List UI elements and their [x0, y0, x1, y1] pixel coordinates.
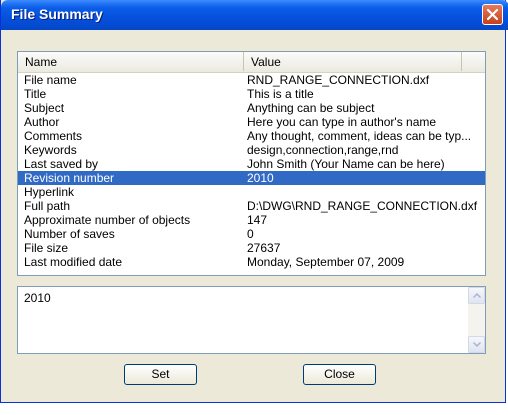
property-name: Keywords — [24, 143, 77, 157]
property-value: This is a title — [247, 87, 314, 101]
property-value: RND_RANGE_CONNECTION.dxf — [247, 73, 430, 87]
list-item[interactable]: Author Here you can type in author's name — [18, 115, 485, 129]
list-item[interactable]: File name RND_RANGE_CONNECTION.dxf — [18, 73, 485, 87]
property-name: Revision number — [24, 171, 115, 185]
list-item[interactable]: Comments Any thought, comment, ideas can … — [18, 129, 485, 143]
property-value: Here you can type in author's name — [247, 115, 437, 129]
list-item[interactable]: Hyperlink — [18, 185, 485, 199]
property-value: Any thought, comment, ideas can be typ..… — [247, 129, 472, 143]
property-name: Hyperlink — [24, 185, 75, 199]
property-value: 147 — [247, 213, 268, 227]
scroll-up-button[interactable] — [468, 287, 485, 304]
property-name: Subject — [24, 101, 65, 115]
window-title: File Summary — [11, 6, 103, 22]
property-value: John Smith (Your Name can be here) — [247, 157, 445, 171]
close-button[interactable]: Close — [303, 364, 376, 385]
column-header-value[interactable]: Value — [244, 52, 462, 71]
property-name: Approximate number of objects — [24, 213, 191, 227]
list-item[interactable]: Approximate number of objects 147 — [18, 213, 485, 227]
list-item[interactable]: File size 27637 — [18, 241, 485, 255]
property-name: Number of saves — [24, 227, 115, 241]
properties-list[interactable]: Name Value File name RND_RANGE_CONNECTION… — [17, 51, 486, 276]
property-name: Title — [24, 87, 47, 101]
chevron-up-icon — [473, 293, 481, 298]
list-header: Name Value — [18, 52, 485, 73]
property-value: design,connection,range,rnd — [247, 143, 399, 157]
property-value: 0 — [247, 227, 254, 241]
list-item[interactable]: Subject Anything can be subject — [18, 101, 485, 115]
property-name: Comments — [24, 129, 83, 143]
property-name: Full path — [24, 199, 71, 213]
title-bar[interactable]: File Summary — [1, 0, 508, 30]
list-item[interactable]: Last saved by John Smith (Your Name can b… — [18, 157, 485, 171]
value-editor-text[interactable]: 2010 — [24, 291, 51, 305]
list-item[interactable]: Revision number 2010 — [18, 171, 485, 185]
property-value: 2010 — [247, 171, 274, 185]
list-item[interactable]: Keywords design,connection,range,rnd — [18, 143, 485, 157]
chevron-down-icon — [473, 342, 481, 347]
list-item[interactable]: Last modified date Monday, September 07, … — [18, 255, 485, 269]
list-rows: File name RND_RANGE_CONNECTION.dxf Title Th… — [18, 73, 485, 269]
property-name: File name — [24, 73, 77, 87]
list-item[interactable]: Number of saves 0 — [18, 227, 485, 241]
property-value: Monday, September 07, 2009 — [247, 255, 405, 269]
property-name: File size — [24, 241, 69, 255]
list-item[interactable]: Full path D:\DWG\RND_RANGE_CONNECTION.dxf — [18, 199, 485, 213]
file-summary-window: File Summary Name Value File name RND_RAN… — [0, 0, 508, 403]
property-value: D:\DWG\RND_RANGE_CONNECTION.dxf — [247, 199, 478, 213]
scroll-down-button[interactable] — [468, 336, 485, 353]
close-icon — [486, 8, 499, 21]
property-name: Last saved by — [24, 157, 99, 171]
value-editor[interactable]: 2010 — [17, 286, 486, 354]
property-name: Last modified date — [24, 255, 123, 269]
editor-scrollbar[interactable] — [468, 287, 485, 353]
property-value: Anything can be subject — [247, 101, 375, 115]
column-header-name[interactable]: Name — [18, 52, 244, 71]
set-button[interactable]: Set — [124, 364, 197, 385]
property-name: Author — [24, 115, 60, 129]
close-window-button[interactable] — [482, 4, 503, 25]
list-item[interactable]: Title This is a title — [18, 87, 485, 101]
property-value: 27637 — [247, 241, 281, 255]
